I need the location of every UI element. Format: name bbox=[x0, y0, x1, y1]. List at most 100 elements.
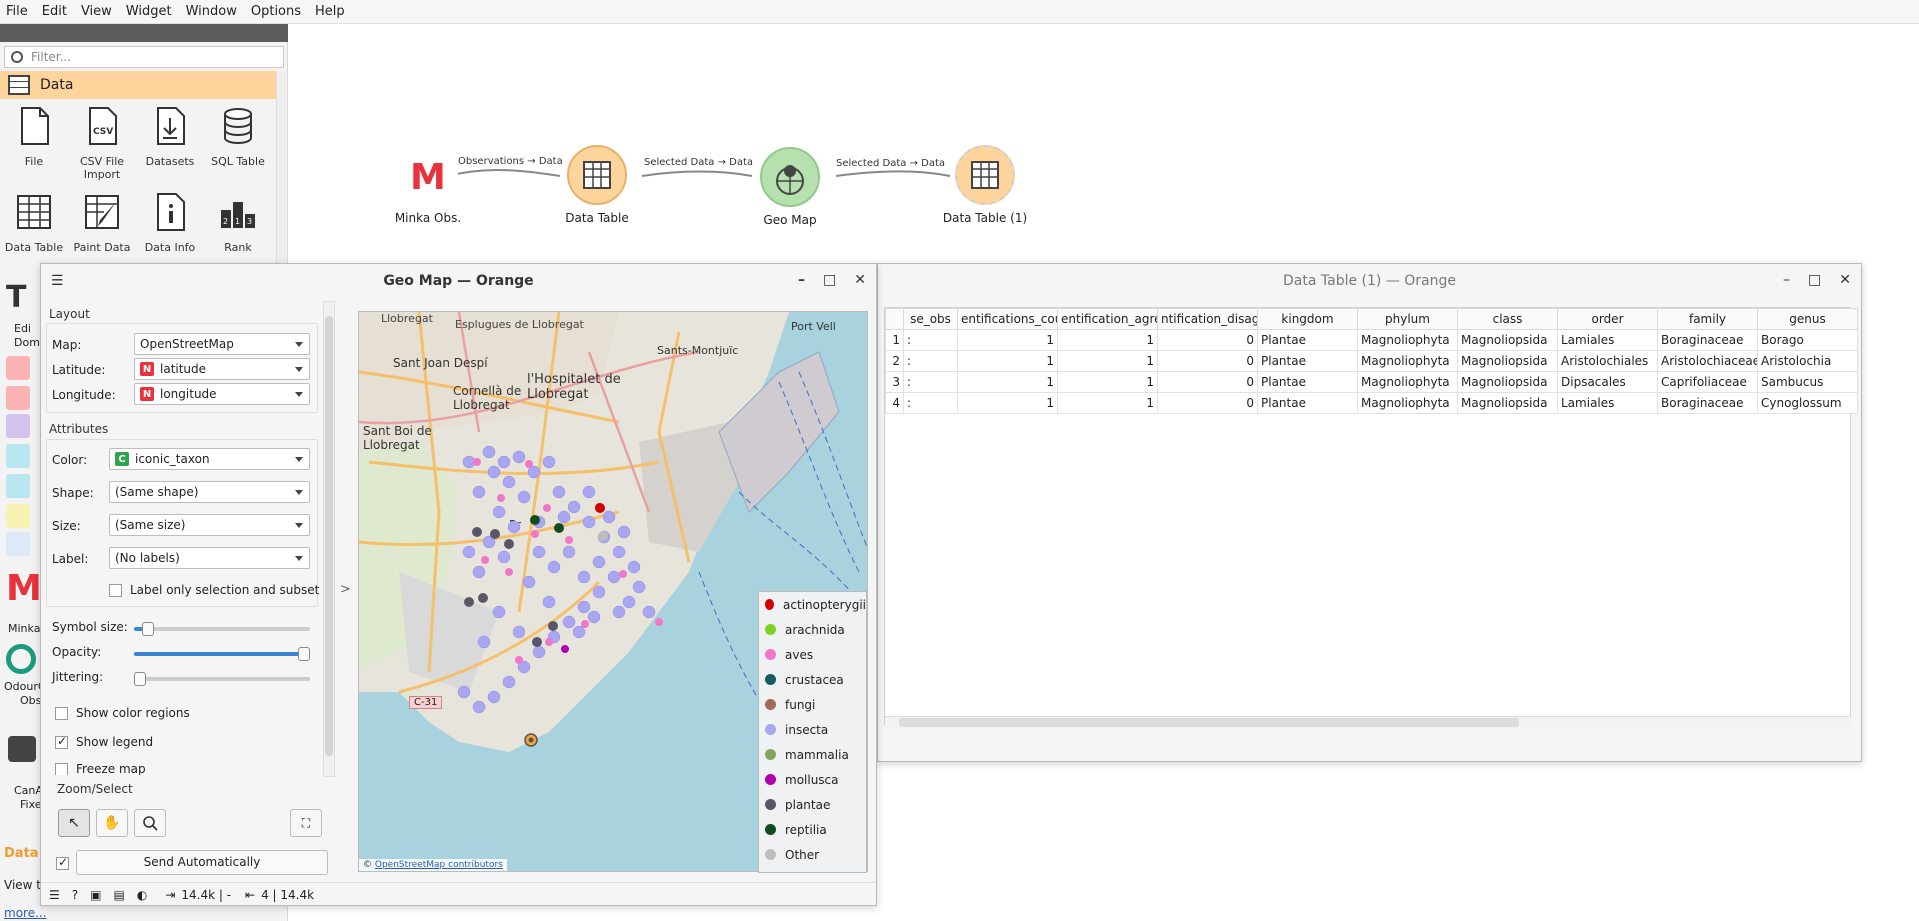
checkbox-checked[interactable] bbox=[55, 734, 68, 749]
node-geo-map[interactable]: Geo Map bbox=[740, 147, 840, 227]
checkbox[interactable] bbox=[55, 763, 68, 775]
zoom-button[interactable] bbox=[134, 809, 166, 837]
maximize-icon[interactable]: □ bbox=[823, 272, 836, 288]
pan-button[interactable]: ✋ bbox=[96, 809, 128, 837]
table-cell: Plantae bbox=[1257, 371, 1358, 393]
help-icon[interactable]: ? bbox=[72, 888, 78, 902]
menu-help[interactable]: Help bbox=[315, 4, 345, 19]
sidebar-category-image-icon[interactable] bbox=[6, 504, 30, 528]
opacity-slider[interactable] bbox=[134, 652, 310, 656]
widget-paint-data[interactable]: Paint Data bbox=[68, 192, 136, 254]
label-dropdown[interactable]: (No labels) bbox=[109, 547, 310, 569]
header-col[interactable]: se_obs bbox=[903, 308, 958, 330]
save-icon[interactable]: ▣ bbox=[90, 888, 101, 902]
header-col[interactable]: family bbox=[1657, 308, 1758, 330]
close-icon[interactable]: ✕ bbox=[854, 272, 866, 288]
close-icon[interactable]: ✕ bbox=[1839, 272, 1851, 288]
category-data[interactable]: Data bbox=[0, 71, 276, 99]
sidebar-category-network-icon[interactable] bbox=[6, 532, 30, 556]
menu-icon[interactable]: ☰ bbox=[49, 888, 60, 902]
header-col[interactable]: phylum bbox=[1357, 308, 1458, 330]
opacity-handle[interactable] bbox=[298, 647, 310, 661]
minka-partial-icon[interactable]: M bbox=[6, 568, 42, 609]
table-row[interactable]: 2 : 1 1 0 Plantae Magnoliophyta Magnolio… bbox=[885, 350, 1858, 372]
horizontal-scrollbar[interactable] bbox=[885, 716, 1851, 728]
menu-window[interactable]: Window bbox=[186, 4, 237, 19]
visual-settings-icon[interactable]: ◐ bbox=[137, 888, 147, 902]
header-col[interactable]: kingdom bbox=[1257, 308, 1358, 330]
jittering-slider[interactable] bbox=[134, 677, 310, 681]
sidebar-category-model-icon[interactable] bbox=[6, 414, 30, 438]
header-col[interactable]: entifications_cou bbox=[957, 308, 1058, 330]
menu-edit[interactable]: Edit bbox=[42, 4, 67, 19]
minimize-icon[interactable]: – bbox=[1783, 272, 1790, 288]
jittering-handle[interactable] bbox=[134, 672, 146, 686]
sidebar-category-visualize-icon[interactable] bbox=[6, 386, 30, 410]
link-3[interactable] bbox=[835, 170, 951, 177]
select-pointer-button[interactable]: ↖ bbox=[58, 809, 90, 837]
table-cell: Magnoliopsida bbox=[1457, 329, 1558, 351]
menu-file[interactable]: File bbox=[6, 4, 28, 19]
minimize-icon[interactable]: – bbox=[798, 272, 805, 288]
checkbox[interactable] bbox=[109, 583, 122, 597]
header-col[interactable]: entification_agre bbox=[1057, 308, 1158, 330]
symbol-size-slider[interactable] bbox=[134, 627, 310, 631]
header-col[interactable]: class bbox=[1457, 308, 1558, 330]
color-label: Color: bbox=[52, 453, 88, 467]
checkbox[interactable] bbox=[55, 706, 68, 720]
latitude-dropdown[interactable]: N latitude bbox=[134, 358, 310, 380]
reset-zoom-button[interactable]: ⛶ bbox=[290, 809, 322, 837]
widget-sql-table[interactable]: SQL Table bbox=[204, 106, 272, 168]
node-data-table-1[interactable]: Data Table (1) bbox=[935, 145, 1035, 225]
widget-help-more-link[interactable]: more... bbox=[4, 906, 47, 920]
scrollbar-handle[interactable] bbox=[325, 316, 333, 756]
symbol-size-handle[interactable] bbox=[142, 622, 154, 636]
send-automatically-button[interactable]: Send Automatically bbox=[76, 850, 328, 875]
widget-rank[interactable]: 213 Rank bbox=[204, 192, 272, 254]
send-auto-checkbox[interactable] bbox=[56, 855, 69, 870]
widget-data-table[interactable]: Data Table bbox=[0, 192, 68, 254]
widget-csv-import[interactable]: CSV CSV File Import bbox=[68, 106, 136, 181]
header-col[interactable]: order bbox=[1557, 308, 1658, 330]
canairio-icon[interactable] bbox=[8, 736, 36, 762]
color-dropdown[interactable]: C iconic_taxon bbox=[109, 448, 310, 470]
controls-scrollbar[interactable] bbox=[323, 301, 335, 777]
scrollbar-handle[interactable] bbox=[899, 718, 1519, 727]
menu-widget[interactable]: Widget bbox=[126, 4, 172, 19]
collapse-panel-icon[interactable]: > bbox=[340, 582, 351, 597]
header-col[interactable]: genus bbox=[1757, 308, 1858, 330]
node-minka-obs[interactable]: M Minka Obs. bbox=[378, 145, 478, 225]
widget-datasets[interactable]: Datasets bbox=[136, 106, 204, 168]
map-legend[interactable]: actinopterygii arachnida aves crustacea … bbox=[758, 591, 867, 873]
menu-options[interactable]: Options bbox=[251, 4, 301, 19]
size-dropdown[interactable]: (Same size) bbox=[109, 514, 310, 536]
table-row[interactable]: 1 : 1 1 0 Plantae Magnoliophyta Magnolio… bbox=[885, 329, 1858, 351]
show-legend-checkbox[interactable]: Show legend bbox=[55, 734, 153, 749]
sidebar-category-unsupervised-icon[interactable] bbox=[6, 474, 30, 498]
freeze-map-checkbox[interactable]: Freeze map bbox=[55, 763, 146, 775]
report-icon[interactable]: ▤ bbox=[113, 888, 124, 902]
odour-collect-icon[interactable] bbox=[6, 644, 36, 674]
menu-view[interactable]: View bbox=[81, 4, 112, 19]
label-only-selection-checkbox[interactable]: Label only selection and subset bbox=[109, 583, 319, 597]
sidebar-category-transform-icon[interactable] bbox=[6, 356, 30, 380]
table-row[interactable]: 4 : 1 1 0 Plantae Magnoliophyta Magnolio… bbox=[885, 392, 1858, 414]
mollusca-point bbox=[561, 645, 569, 653]
filter-input[interactable]: Filter... bbox=[4, 46, 284, 68]
show-color-regions-checkbox[interactable]: Show color regions bbox=[55, 706, 190, 720]
widget-data-info[interactable]: Data Info bbox=[136, 192, 204, 254]
text-widget-icon[interactable]: T bbox=[6, 280, 26, 315]
maximize-icon[interactable]: □ bbox=[1808, 272, 1821, 288]
longitude-dropdown[interactable]: N longitude bbox=[134, 383, 310, 405]
map-dropdown[interactable]: OpenStreetMap bbox=[134, 333, 310, 355]
checkbox-checked[interactable] bbox=[56, 855, 69, 870]
attribution-link[interactable]: OpenStreetMap contributors bbox=[375, 860, 503, 870]
node-data-table[interactable]: Data Table bbox=[547, 145, 647, 225]
shape-dropdown[interactable]: (Same shape) bbox=[109, 481, 310, 503]
hamburger-menu-icon[interactable]: ☰ bbox=[51, 273, 64, 289]
widget-file[interactable]: File bbox=[0, 106, 68, 168]
sidebar-category-evaluate-icon[interactable] bbox=[6, 444, 30, 468]
header-col[interactable]: ntification_disagr bbox=[1157, 308, 1258, 330]
link-2[interactable] bbox=[641, 170, 753, 177]
table-row[interactable]: 3 : 1 1 0 Plantae Magnoliophyta Magnolio… bbox=[885, 371, 1858, 393]
